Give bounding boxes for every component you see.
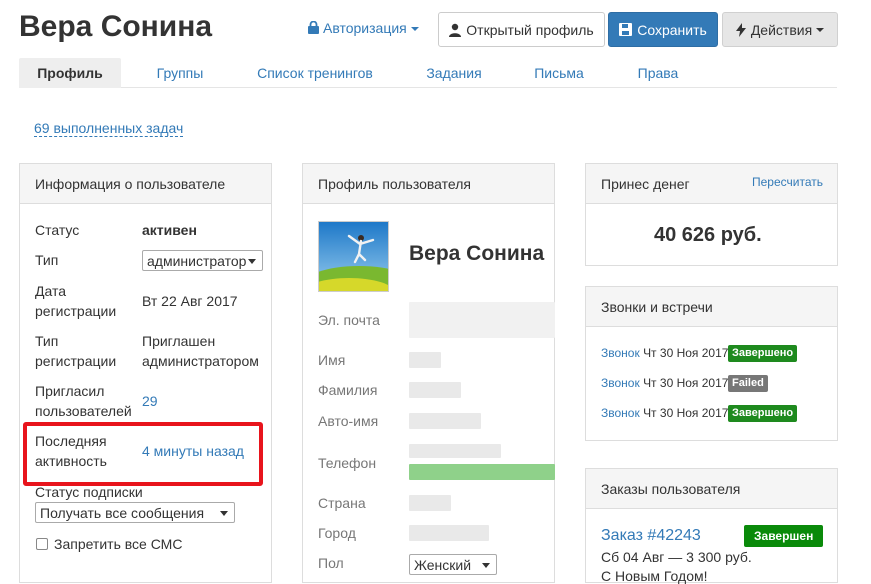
last-name-label: Фамилия	[318, 382, 378, 398]
money-amount: 40 626 руб.	[654, 224, 762, 246]
orders-heading: Заказы пользователя	[586, 469, 837, 509]
authorization-dropdown[interactable]: Авторизация	[308, 20, 419, 37]
user-profile-panel: Профиль пользователя Вера Сонина Эл. поч…	[302, 163, 555, 583]
reg-date-value: Вт 22 Авг 2017	[142, 293, 238, 309]
call-status-badge: Завершено	[728, 405, 798, 422]
calls-heading: Звонки и встречи	[586, 287, 837, 327]
user-info-panel: Информация о пользователе Статус активен…	[19, 163, 272, 583]
tab-tasks[interactable]: Задания	[415, 58, 493, 88]
country-label: Страна	[318, 495, 366, 511]
actions-label: Действия	[750, 21, 813, 38]
phone-label: Телефон	[318, 455, 377, 471]
tab-letters[interactable]: Письма	[521, 58, 597, 88]
last-name-field[interactable]	[409, 382, 461, 398]
status-label: Статус	[35, 222, 80, 238]
profile-name: Вера Сонина	[409, 242, 545, 265]
user-type-select[interactable]: администратор	[142, 250, 263, 271]
call-status-badge: Failed	[728, 375, 768, 392]
first-name-label: Имя	[318, 352, 346, 368]
invited-label: Пригласил пользователей	[35, 383, 132, 419]
open-profile-label: Открытый профиль	[466, 21, 594, 38]
chevron-down-icon	[248, 258, 256, 264]
gender-select[interactable]: Женский	[409, 554, 497, 575]
user-icon	[449, 23, 462, 37]
completed-tasks-link[interactable]: 69 выполненных задач	[34, 120, 184, 137]
first-name-field[interactable]	[409, 352, 441, 368]
chevron-down-icon	[482, 562, 490, 568]
call-item[interactable]: Звонок Чт 30 Ноя 2017	[601, 345, 728, 362]
money-panel: Принес денег Пересчитать 40 626 руб.	[585, 163, 838, 266]
block-sms-checkbox[interactable]	[36, 538, 48, 550]
country-field[interactable]	[409, 495, 451, 511]
city-label: Город	[318, 525, 356, 541]
auto-name-field[interactable]	[409, 413, 481, 429]
recalculate-link[interactable]: Пересчитать	[752, 175, 823, 189]
user-profile-heading: Профиль пользователя	[303, 164, 554, 204]
tab-groups[interactable]: Группы	[141, 58, 219, 88]
order-status-badge: Завершен	[744, 525, 824, 547]
orders-panel: Заказы пользователя Заказ #42243 Заверше…	[585, 468, 838, 584]
user-type-value: администратор	[147, 252, 247, 269]
phone-status-bar	[409, 464, 555, 480]
tab-trainings[interactable]: Список тренингов	[247, 58, 383, 88]
tab-bar: Профиль Группы Список тренингов Задания …	[19, 58, 837, 88]
calls-panel: Звонки и встречи Звонок Чт 30 Ноя 2017 З…	[585, 286, 838, 441]
chevron-down-icon	[220, 510, 228, 516]
order-note: С Новым Годом!	[601, 568, 708, 584]
user-info-heading: Информация о пользователе	[20, 164, 271, 204]
lightning-icon	[735, 22, 746, 37]
email-label: Эл. почта	[318, 312, 380, 328]
subscription-value: Получать все сообщения	[40, 504, 205, 521]
invited-count-link[interactable]: 29	[142, 391, 158, 411]
auto-name-label: Авто-имя	[318, 413, 379, 429]
reg-type-label: Тип регистрации	[35, 333, 117, 369]
call-item[interactable]: Звонок Чт 30 Ноя 2017	[601, 375, 728, 392]
actions-dropdown-button[interactable]: Действия	[722, 12, 838, 47]
chevron-down-icon	[816, 27, 825, 32]
gender-label: Пол	[318, 555, 344, 571]
open-profile-button[interactable]: Открытый профиль	[438, 12, 605, 47]
order-link[interactable]: Заказ #42243	[601, 527, 701, 545]
floppy-disk-icon	[619, 23, 633, 36]
city-field[interactable]	[409, 525, 489, 541]
status-value: активен	[142, 222, 197, 238]
email-field[interactable]	[409, 302, 555, 338]
lock-icon	[308, 20, 319, 37]
authorization-label: Авторизация	[323, 20, 407, 36]
save-label: Сохранить	[637, 21, 707, 38]
call-status-badge: Завершено	[728, 345, 798, 362]
gender-value: Женский	[414, 556, 472, 573]
call-item[interactable]: Звонок Чт 30 Ноя 2017	[601, 405, 728, 422]
reg-type-value: Приглашен администратором	[142, 333, 259, 369]
chevron-down-icon	[410, 27, 419, 31]
type-label: Тип	[35, 252, 59, 268]
phone-field[interactable]	[409, 444, 501, 458]
save-button[interactable]: Сохранить	[608, 12, 718, 47]
page-title: Вера Сонина	[19, 10, 213, 43]
tab-profile[interactable]: Профиль	[19, 58, 121, 88]
block-sms-label: Запретить все СМС	[54, 536, 183, 552]
last-activity-highlight	[23, 422, 263, 486]
avatar	[318, 221, 389, 292]
order-date-sum: Сб 04 Авг — 3 300 руб.	[601, 549, 752, 565]
tab-rights[interactable]: Права	[627, 58, 689, 88]
reg-date-label: Дата регистрации	[35, 283, 117, 319]
subscription-select[interactable]: Получать все сообщения	[35, 502, 235, 523]
